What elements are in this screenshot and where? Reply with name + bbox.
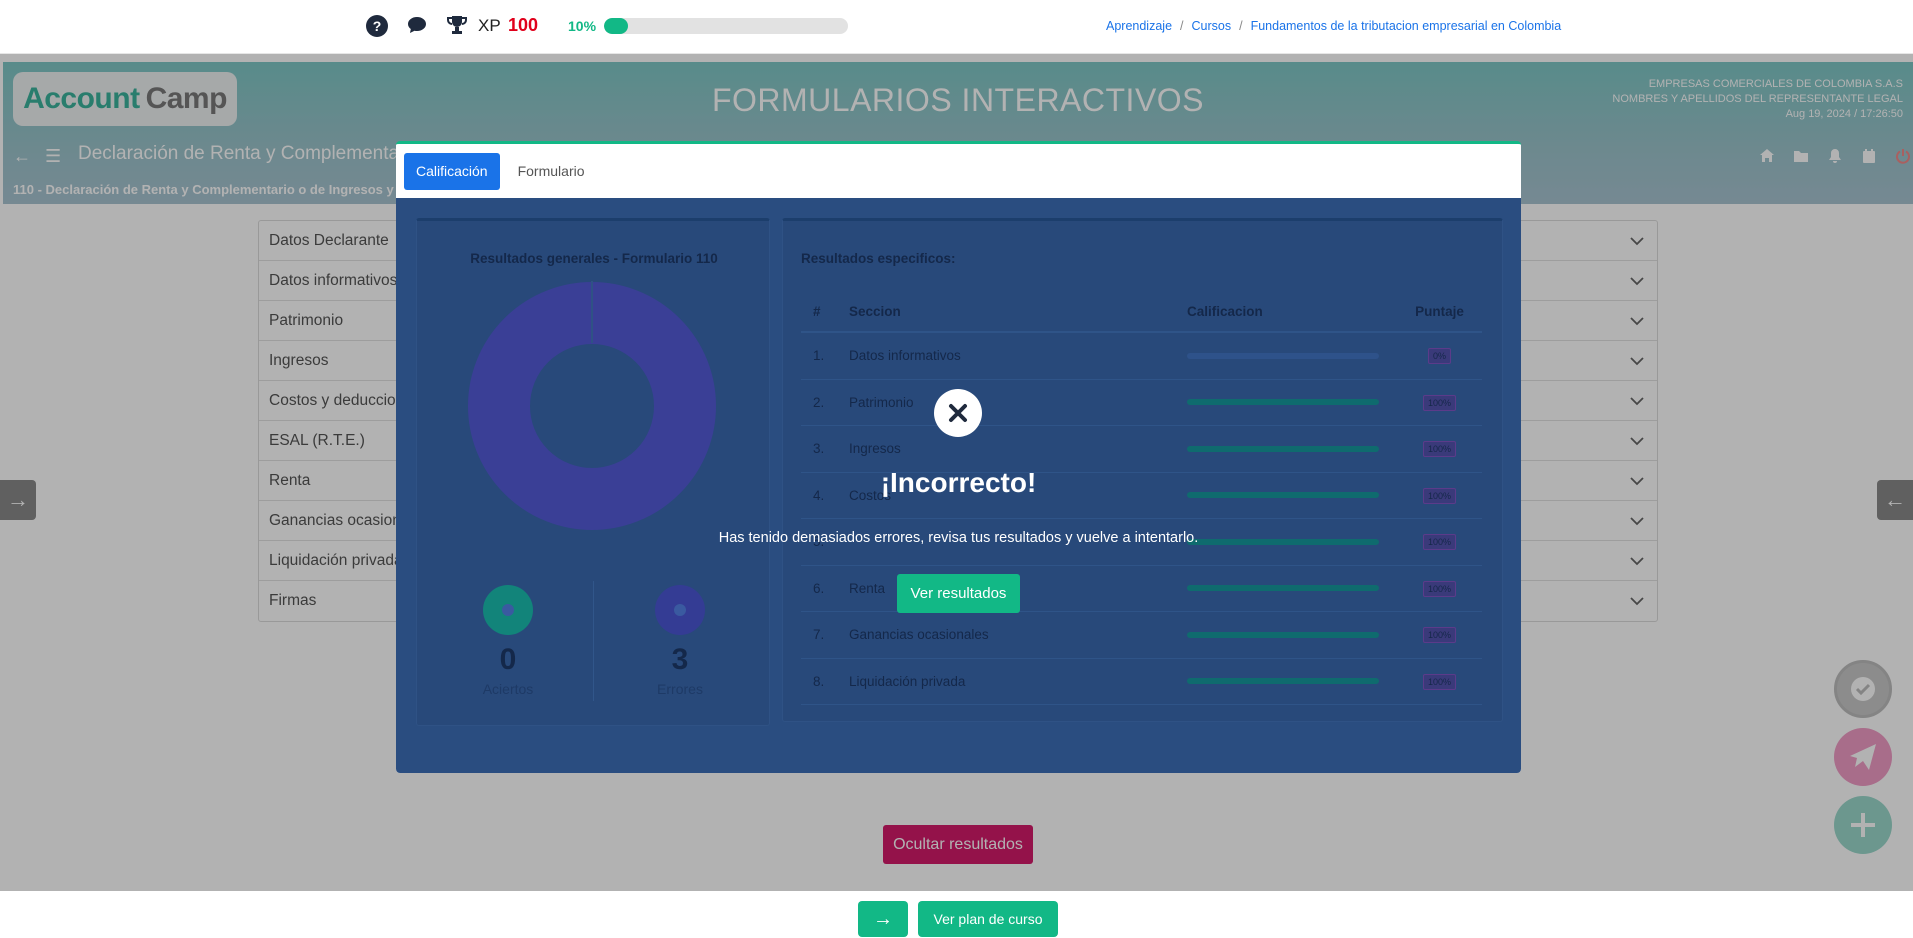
table-header: # Seccion Calificacion Puntaje: [801, 291, 1482, 333]
row-score-bar: [1187, 399, 1397, 406]
row-points: 100%: [1397, 440, 1482, 458]
errores-value: 3: [671, 643, 689, 676]
score-bar-track: [1187, 399, 1379, 406]
row-number: 7.: [813, 627, 825, 643]
table-row: 7. Ganancias ocasionales 100%: [801, 612, 1482, 659]
row-number: 6.: [813, 580, 825, 596]
progress-percent: 10%: [568, 18, 597, 34]
score-badge: 100%: [1422, 673, 1457, 690]
tab-formulario[interactable]: Formulario: [506, 153, 597, 190]
top-bar: ? XP 100 10% Aprendizaje / Cursos / Fund…: [0, 0, 1913, 54]
row-section: Ingresos: [849, 441, 901, 457]
score-badge: 100%: [1422, 627, 1457, 644]
row-section: Datos informativos: [849, 348, 961, 364]
row-section: Liquidación privada: [849, 673, 966, 689]
score-bar-fill: [1187, 399, 1379, 406]
row-points: 0%: [1397, 347, 1482, 365]
breadcrumb-item-course[interactable]: Fundamentos de la tributacion empresaria…: [1251, 19, 1562, 33]
score-bar-fill: [1187, 445, 1379, 452]
score-badge: 100%: [1422, 580, 1457, 597]
breadcrumb-separator: /: [1239, 19, 1243, 33]
next-button[interactable]: →: [858, 901, 908, 937]
aciertos-icon: [483, 585, 533, 635]
xp-value: 100: [508, 15, 539, 35]
xp-label: XP: [478, 16, 501, 35]
alert-message: Has tenido demasiados errores, revisa tu…: [718, 530, 1199, 546]
arrow-right-icon: →: [873, 907, 893, 930]
table-body: 1. Datos informativos 0% 2. Patrimonio 100% 3.…: [801, 333, 1482, 705]
row-points: 100%: [1397, 673, 1482, 690]
modal-tabs: Calificación Formulario: [396, 144, 1521, 198]
trophy-icon[interactable]: [445, 13, 469, 37]
row-score-bar: [1187, 678, 1397, 685]
stat-divider: [593, 581, 594, 701]
score-badge: 100%: [1422, 394, 1457, 411]
view-course-plan-button[interactable]: Ver plan de curso: [918, 901, 1058, 937]
stat-errores: 3 Errores: [595, 585, 765, 697]
alert-title: ¡Incorrecto!: [880, 467, 1037, 498]
row-section: Patrimonio: [849, 394, 914, 410]
errores-icon: [655, 585, 705, 635]
row-number: 8.: [813, 673, 825, 689]
view-results-button[interactable]: Ver resultados: [897, 574, 1020, 613]
errores-label: Errores: [657, 681, 703, 697]
aciertos-label: Aciertos: [482, 681, 534, 697]
help-icon[interactable]: ?: [366, 15, 388, 37]
progress-bar: [604, 18, 848, 34]
row-points: 100%: [1397, 394, 1482, 411]
row-number: 3.: [813, 441, 825, 457]
row-score-bar: [1187, 631, 1397, 638]
row-points: 100%: [1397, 580, 1482, 597]
breadcrumb-separator: /: [1180, 19, 1184, 33]
row-score-bar: [1187, 585, 1397, 592]
header-puntaje: Puntaje: [1415, 303, 1464, 319]
footer-bar: → Ver plan de curso: [0, 891, 1913, 938]
breadcrumb-item-cursos[interactable]: Cursos: [1192, 19, 1232, 33]
breadcrumb: Aprendizaje / Cursos / Fundamentos de la…: [1106, 19, 1561, 33]
score-badge: 100%: [1422, 441, 1457, 458]
score-bar-fill: [1187, 585, 1379, 592]
table-row: 2. Patrimonio 100%: [801, 380, 1482, 426]
header-num: #: [813, 303, 821, 319]
chat-icon[interactable]: [405, 13, 429, 37]
row-number: 1.: [813, 348, 825, 364]
stat-aciertos: 0 Aciertos: [423, 585, 593, 697]
specific-results-title: Resultados especificos:: [801, 251, 956, 266]
table-row: 1. Datos informativos 0%: [801, 333, 1482, 380]
score-bar-track: [1187, 678, 1379, 685]
aciertos-value: 0: [499, 643, 517, 676]
results-modal: Calificación Formulario Resultados gener…: [396, 141, 1521, 773]
header-calificacion: Calificacion: [1187, 303, 1263, 319]
score-bar-track: [1187, 631, 1379, 638]
header-seccion: Seccion: [849, 303, 901, 319]
row-score-bar: [1187, 352, 1397, 359]
score-bar-fill: [1187, 631, 1379, 638]
row-score-bar: [1187, 445, 1397, 452]
score-bar-track: [1187, 585, 1379, 592]
table-row: 8. Liquidación privada 100%: [801, 659, 1482, 705]
tab-calificacion[interactable]: Calificación: [404, 152, 500, 190]
row-section: Ganancias ocasionales: [849, 627, 989, 643]
row-points: 100%: [1397, 626, 1482, 644]
score-bar-track: [1187, 352, 1379, 359]
score-badge: 0%: [1427, 348, 1451, 365]
row-number: 2.: [813, 394, 825, 410]
close-icon[interactable]: [934, 389, 982, 437]
breadcrumb-item-aprendizaje[interactable]: Aprendizaje: [1106, 19, 1172, 33]
table-row: 3. Ingresos 100%: [801, 426, 1482, 473]
score-bar-fill: [1187, 678, 1379, 685]
score-bar-track: [1187, 445, 1379, 452]
progress-bar-fill: [604, 18, 629, 34]
general-results-title: Resultados generales - Formulario 110: [470, 251, 718, 266]
